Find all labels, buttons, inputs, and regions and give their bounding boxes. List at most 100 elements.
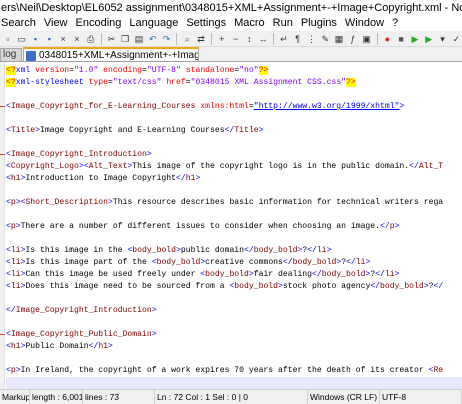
code-token: Alt_T [418,162,444,171]
code-token: body_bold [380,282,424,291]
redo-icon[interactable]: ↷ [161,33,173,45]
code-line[interactable]: <li>Is this image part of the <body_bold… [6,257,462,269]
status-encoding[interactable]: UTF-8 [380,390,462,404]
code-token: </ [282,258,293,267]
menu-settings[interactable]: Settings [182,16,230,31]
replace-icon[interactable]: ⇄ [195,33,207,45]
close-icon[interactable]: × [57,33,69,45]
all-chars-icon[interactable]: ¶ [292,33,304,45]
code-token: </ [370,282,381,291]
tab-previous[interactable]: log [0,48,22,61]
menu-view[interactable]: View [40,16,72,31]
stop-macro-icon[interactable]: ■ [395,33,407,45]
code-line[interactable]: <Title>Image Copyright and E-Learning Co… [6,125,462,137]
sync-horizontal-icon[interactable]: ↔ [257,33,269,45]
status-eol[interactable]: Windows (CR LF) [308,390,380,404]
record-macro-icon[interactable]: ● [381,33,393,45]
code-line[interactable] [6,185,462,197]
code-line[interactable]: <?xml version="1.0" encoding="UTF-8" sta… [6,65,462,77]
menu-encoding[interactable]: Encoding [72,16,126,31]
code-line[interactable]: <Image_Copyright_for_E-Learning_Courses … [6,101,462,113]
code-token: > [146,150,152,159]
zoom-out-icon[interactable]: − [230,33,242,45]
code-token: </ [88,342,99,351]
status-length: length : 6,001 [30,390,83,404]
fold-marker-icon[interactable] [0,106,5,107]
folder-workspace-icon[interactable]: ▣ [361,33,373,45]
play-macro-icon[interactable]: ▶ [409,33,421,45]
paste-icon[interactable]: ▤ [133,33,145,45]
code-token: Image_Copyright_for_E-Learning_Courses [10,102,201,111]
save-all-icon[interactable]: ▪ [43,33,55,45]
function-list-icon[interactable]: ƒ [347,33,359,45]
code-line[interactable] [6,293,462,305]
close-all-icon[interactable]: × [71,33,83,45]
sync-vertical-icon[interactable]: ↕ [243,33,255,45]
code-token: </ [6,306,16,315]
new-file-icon[interactable]: ▫ [2,33,14,45]
save-macro-icon[interactable]: ▾ [437,33,449,45]
menu-run[interactable]: Run [269,16,297,31]
code-line[interactable] [6,317,462,329]
code-line[interactable]: <h1>Introduction to Image Copyright</h1> [6,173,462,185]
code-token: href [166,78,186,87]
code-line[interactable] [6,353,462,365]
code-token: <? [6,78,16,87]
indent-guide-icon[interactable]: ⋮ [306,33,318,45]
code-line[interactable]: <h1>Public Domain</h1> [6,341,462,353]
spell-icon[interactable]: ✓ [450,33,462,45]
code-line[interactable]: <Image_Copyright_Introduction> [6,149,462,161]
code-line[interactable]: <Image_Copyright_Public_Domain> [6,329,462,341]
tab-label: 0348015+XML+Assignment+-+Image+Copyright… [39,50,198,61]
save-icon[interactable]: ▪ [30,33,42,45]
find-icon[interactable]: ⌕ [181,33,193,45]
tab-active-file[interactable]: 0348015+XML+Assignment+-+Image+Copyright… [23,47,199,61]
fold-marker-icon[interactable] [0,154,5,155]
code-line[interactable]: <p>In Ireland, the copyright of a work e… [6,365,462,377]
code-token: "0348015 XML Assignment CSS.css" [190,78,347,87]
code-line[interactable] [6,137,462,149]
menu-window[interactable]: Window [341,16,388,31]
code-line[interactable] [6,89,462,101]
code-token: Does this image need to be sourced from … [25,282,230,291]
user-lang-icon[interactable]: ✎ [319,33,331,45]
code-line[interactable] [6,113,462,125]
code-line[interactable]: <li>Is this image in the <body_bold>publ… [6,245,462,257]
zoom-in-icon[interactable]: + [216,33,228,45]
word-wrap-icon[interactable]: ↵ [278,33,290,45]
menu-macro[interactable]: Macro [230,16,269,31]
doc-map-icon[interactable]: ▦ [333,33,345,45]
code-line[interactable]: <li>Does this image need to be sourced f… [6,281,462,293]
copy-icon[interactable]: ❐ [119,33,131,45]
menu-language[interactable]: Language [125,16,182,31]
code-line[interactable] [6,209,462,221]
code-line[interactable]: <p>There are a number of different issue… [6,221,462,233]
cut-icon[interactable]: ✂ [105,33,117,45]
code-token: h1 [10,174,21,183]
menu-search[interactable]: Search [0,16,40,31]
undo-icon[interactable]: ↶ [147,33,159,45]
code-line[interactable] [6,377,462,389]
code-token: h1 [10,342,21,351]
code-line[interactable]: <?xml-stylesheet type="text/css" href="0… [6,77,462,89]
code-token: </ [433,282,444,291]
fold-margin[interactable] [0,62,5,389]
code-line[interactable]: <li>Can this image be used freely under … [6,269,462,281]
code-line[interactable]: </Image_Copyright_Introduction> [6,305,462,317]
menu-help[interactable]: ? [388,16,402,31]
code-token: xml [15,66,36,75]
code-line[interactable]: <p><Short_Description>This resource desc… [6,197,462,209]
print-icon[interactable]: ⎙ [85,33,97,45]
code-token: Short_Description [25,198,109,207]
open-file-icon[interactable]: ▭ [16,33,28,45]
code-token: > [108,342,113,351]
code-token: > [326,246,332,255]
code-lines: <?xml version="1.0" encoding="UTF-8" sta… [6,65,462,389]
code-editor[interactable]: <?xml version="1.0" encoding="UTF-8" sta… [0,62,462,389]
code-line[interactable] [6,233,462,245]
code-line[interactable]: <Copyright_Logo><Alt_Text>This image of … [6,161,462,173]
menu-plugins[interactable]: Plugins [297,16,341,31]
fold-marker-icon[interactable] [0,334,5,335]
code-token: Is this image part of the [25,258,152,267]
run-macro-icon[interactable]: ▶ [423,33,435,45]
